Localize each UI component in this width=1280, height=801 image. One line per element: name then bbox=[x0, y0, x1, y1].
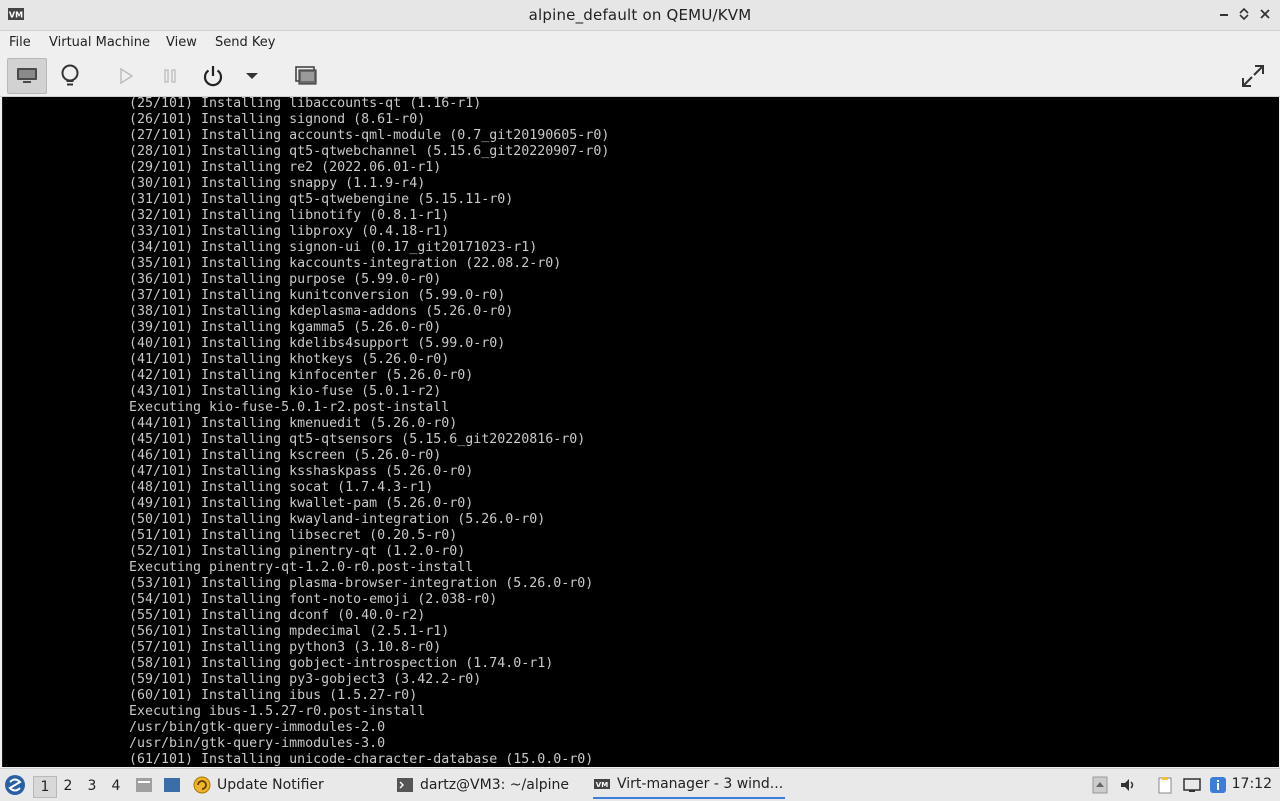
console-line: /usr/bin/gtk-query-immodules-2.0 bbox=[129, 720, 386, 735]
window-title: alpine_default on QEMU/KVM bbox=[528, 6, 752, 24]
console-line: (33/101) Installing libproxy (0.4.18-r1) bbox=[129, 224, 450, 239]
task-virt-manager[interactable]: VM Virt-manager - 3 wind... bbox=[593, 771, 785, 799]
svg-text:VM: VM bbox=[596, 781, 608, 789]
shutdown-button[interactable] bbox=[197, 60, 229, 92]
power-icon bbox=[203, 66, 223, 87]
clipboard-icon[interactable] bbox=[1156, 776, 1174, 794]
console-line: (43/101) Installing kio-fuse (5.0.1-r2) bbox=[129, 384, 442, 399]
console-line: (27/101) Installing accounts-qml-module … bbox=[129, 128, 610, 143]
console-line: (29/101) Installing re2 (2022.06.01-r1) bbox=[129, 160, 442, 175]
console-line: (35/101) Installing kaccounts-integratio… bbox=[129, 256, 562, 271]
maximize-icon bbox=[1239, 7, 1249, 21]
info-icon[interactable] bbox=[1209, 776, 1227, 794]
console-line: (56/101) Installing mpdecimal (2.5.1-r1) bbox=[129, 624, 450, 639]
console-line: (39/101) Installing kgamma5 (5.26.0-r0) bbox=[129, 320, 442, 335]
toolbar bbox=[0, 56, 1280, 97]
network-icon[interactable] bbox=[1183, 776, 1201, 794]
console-line: (53/101) Installing plasma-browser-integ… bbox=[129, 576, 594, 591]
console-line: (34/101) Installing signon-ui (0.17_git2… bbox=[129, 240, 538, 255]
console-line: (61/101) Installing unicode-character-da… bbox=[129, 752, 594, 767]
console-line: Executing kio-fuse-5.0.1-r2.post-install bbox=[129, 400, 450, 415]
chevron-down-icon bbox=[246, 73, 258, 79]
menu-send-key[interactable]: Send Key bbox=[215, 35, 275, 50]
task-label: Update Notifier bbox=[217, 777, 324, 793]
task-terminal[interactable]: dartz@VM3: ~/alpine bbox=[396, 771, 569, 799]
console-line: (48/101) Installing socat (1.7.4.3-r1) bbox=[129, 480, 434, 495]
minimize-button[interactable] bbox=[1217, 7, 1231, 21]
file-manager-icon[interactable] bbox=[135, 776, 153, 794]
workspace-1[interactable]: 1 bbox=[33, 776, 57, 798]
tray-expand-icon[interactable] bbox=[1091, 776, 1109, 794]
shutdown-menu-button[interactable] bbox=[236, 60, 268, 92]
console-line: Executing ibus-1.5.27-r0.post-install bbox=[129, 704, 426, 719]
fullscreen-icon bbox=[1242, 65, 1264, 87]
console-line: (46/101) Installing kscreen (5.26.0-r0) bbox=[129, 448, 442, 463]
console-line: (42/101) Installing kinfocenter (5.26.0-… bbox=[129, 368, 474, 383]
console-line: (26/101) Installing signond (8.61-r0) bbox=[129, 112, 426, 127]
task-update-notifier[interactable]: Update Notifier bbox=[193, 771, 324, 799]
clock[interactable]: 17:12 bbox=[1232, 776, 1272, 792]
console-line: /usr/bin/gtk-query-immodules-3.0 bbox=[129, 736, 386, 751]
minimize-icon bbox=[1220, 14, 1228, 16]
update-notifier-icon bbox=[193, 776, 211, 794]
console-line: (55/101) Installing dconf (0.40.0-r2) bbox=[129, 608, 426, 623]
screenshots-button[interactable] bbox=[290, 60, 322, 92]
console-line: (25/101) Installing libaccounts-qt (1.16… bbox=[129, 97, 482, 111]
console-line: (52/101) Installing pinentry-qt (1.2.0-r… bbox=[129, 544, 466, 559]
pause-icon bbox=[164, 69, 176, 83]
virt-manager-icon: VM bbox=[594, 779, 610, 789]
console-line: (54/101) Installing font-noto-emoji (2.0… bbox=[129, 592, 498, 607]
console-line: (49/101) Installing kwallet-pam (5.26.0-… bbox=[129, 496, 474, 511]
show-console-button[interactable] bbox=[7, 58, 47, 94]
console-line: (30/101) Installing snappy (1.1.9-r4) bbox=[129, 176, 426, 191]
console-line: (40/101) Installing kdelibs4support (5.9… bbox=[129, 336, 506, 351]
monitor-icon bbox=[17, 68, 37, 83]
task-label: Virt-manager - 3 wind... bbox=[617, 776, 784, 792]
console-line: (44/101) Installing kmenuedit (5.26.0-r0… bbox=[129, 416, 458, 431]
vm-console-display[interactable]: (25/101) Installing libaccounts-qt (1.16… bbox=[2, 97, 1279, 767]
close-icon bbox=[1260, 9, 1270, 19]
console-line: (36/101) Installing purpose (5.99.0-r0) bbox=[129, 272, 442, 287]
lightbulb-icon bbox=[61, 64, 79, 86]
snapshots-icon bbox=[295, 66, 317, 85]
console-line: (50/101) Installing kwayland-integration… bbox=[129, 512, 546, 527]
console-line: (31/101) Installing qt5-qtwebengine (5.1… bbox=[129, 192, 514, 207]
workspace-4[interactable]: 4 bbox=[105, 776, 127, 796]
console-line: Executing pinentry-qt-1.2.0-r0.post-inst… bbox=[129, 560, 474, 575]
console-line: (38/101) Installing kdeplasma-addons (5.… bbox=[129, 304, 514, 319]
taskbar: 1 2 3 4 Update Notifier dartz@VM3: ~/alp… bbox=[0, 768, 1280, 801]
console-line: (32/101) Installing libnotify (0.8.1-r1) bbox=[129, 208, 450, 223]
console-output: (25/101) Installing libaccounts-qt (1.16… bbox=[129, 97, 609, 767]
menu-file[interactable]: File bbox=[9, 35, 31, 50]
close-button[interactable] bbox=[1258, 7, 1272, 21]
terminal-icon bbox=[397, 778, 413, 792]
show-details-button[interactable] bbox=[54, 60, 86, 92]
menubar: File Virtual Machine View Send Key bbox=[0, 31, 1280, 55]
run-button[interactable] bbox=[110, 60, 142, 92]
menu-virtual-machine[interactable]: Virtual Machine bbox=[49, 35, 150, 50]
play-icon bbox=[120, 67, 134, 85]
console-line: (45/101) Installing qt5-qtsensors (5.15.… bbox=[129, 432, 586, 447]
console-line: (57/101) Installing python3 (3.10.8-r0) bbox=[129, 640, 442, 655]
start-menu-icon[interactable] bbox=[4, 774, 26, 796]
maximize-button[interactable] bbox=[1237, 7, 1251, 21]
show-desktop-icon[interactable] bbox=[163, 776, 181, 794]
task-label: dartz@VM3: ~/alpine bbox=[420, 777, 569, 793]
pause-button[interactable] bbox=[154, 60, 186, 92]
workspace-3[interactable]: 3 bbox=[81, 776, 103, 796]
console-line: (60/101) Installing ibus (1.5.27-r0) bbox=[129, 688, 418, 703]
console-line: (58/101) Installing gobject-introspectio… bbox=[129, 656, 554, 671]
console-line: (47/101) Installing ksshaskpass (5.26.0-… bbox=[129, 464, 474, 479]
volume-icon[interactable] bbox=[1119, 776, 1137, 794]
console-line: (41/101) Installing khotkeys (5.26.0-r0) bbox=[129, 352, 450, 367]
menu-view[interactable]: View bbox=[166, 35, 197, 50]
fullscreen-button[interactable] bbox=[1237, 60, 1269, 92]
workspace-2[interactable]: 2 bbox=[57, 776, 79, 796]
console-line: (51/101) Installing libsecret (0.20.5-r0… bbox=[129, 528, 458, 543]
console-line: (28/101) Installing qt5-qtwebchannel (5.… bbox=[129, 144, 610, 159]
window-titlebar[interactable]: VM alpine_default on QEMU/KVM bbox=[0, 0, 1280, 31]
console-line: (37/101) Installing kunitconversion (5.9… bbox=[129, 288, 506, 303]
console-line: (59/101) Installing py3-gobject3 (3.42.2… bbox=[129, 672, 482, 687]
